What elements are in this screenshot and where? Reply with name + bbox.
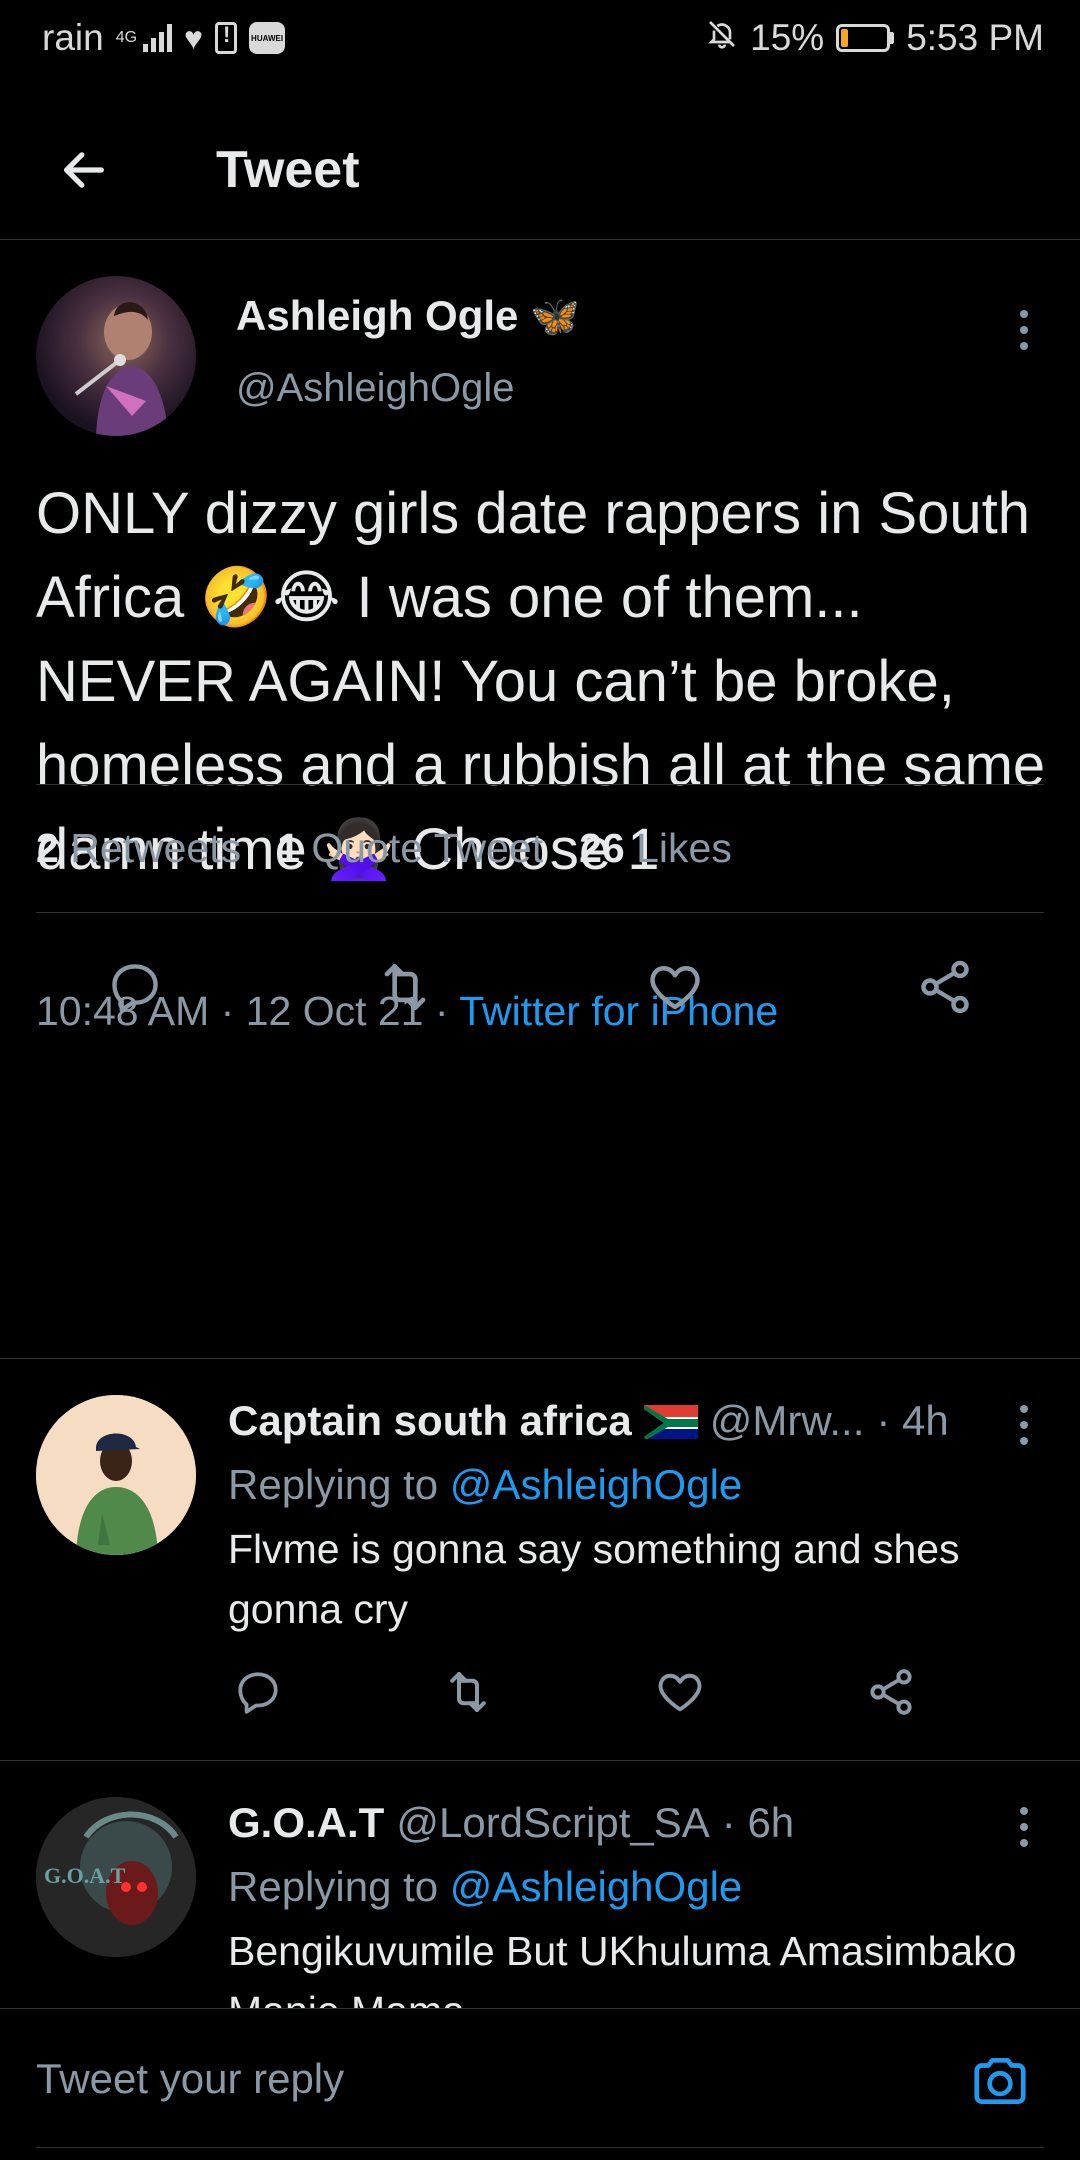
more-dot-icon xyxy=(1020,326,1028,334)
network-type-label: 4G xyxy=(115,29,138,46)
top-app-bar: Tweet xyxy=(0,100,1080,240)
signal-icon xyxy=(143,24,173,52)
south-africa-flag-icon xyxy=(643,1403,698,1439)
retweet-icon xyxy=(384,964,426,1010)
retweets-stat[interactable]: 2 Retweets xyxy=(36,825,241,872)
reply-author-handle[interactable]: @Mrw... xyxy=(710,1397,865,1445)
mute-bell-icon xyxy=(706,17,738,60)
battery-percent-label: 15% xyxy=(750,17,825,58)
section-divider xyxy=(0,1358,1080,1359)
quotes-count: 1 xyxy=(277,825,300,871)
replying-to-mention[interactable]: @AshleighOgle xyxy=(450,1863,742,1910)
status-bar-right: 15% 5:53 PM xyxy=(706,17,1044,60)
more-dot-icon xyxy=(1020,342,1028,350)
tweet-author-row: Ashleigh Ogle 🦋 @AshleighOgle xyxy=(0,240,1080,440)
author-name[interactable]: Ashleigh Ogle 🦋 xyxy=(236,292,580,340)
likes-count: 26 xyxy=(579,825,625,871)
reply-composer xyxy=(0,2008,1080,2160)
replying-to-line: Replying to @AshleighOgle xyxy=(228,1461,742,1509)
reply-author-name[interactable]: G.O.A.T xyxy=(228,1799,384,1847)
reply-header: G.O.A.T @LordScript_SA · 6h xyxy=(228,1799,794,1847)
more-dot-icon xyxy=(1020,310,1028,318)
reply-icon xyxy=(238,1672,278,1714)
clock-label: 5:53 PM xyxy=(906,17,1044,58)
alert-icon xyxy=(215,22,238,54)
author-name-text: Ashleigh Ogle xyxy=(236,292,519,339)
status-bar-left: rain 4G ♥ HUAWEI xyxy=(42,17,286,59)
reply-body-text: Bengikuvumile But UKhuluma Amasimbako Ma… xyxy=(228,1928,1017,2008)
avatar[interactable] xyxy=(36,1395,196,1555)
back-button[interactable] xyxy=(36,122,132,218)
divider xyxy=(36,784,1044,785)
like-icon xyxy=(650,966,700,1010)
avatar[interactable]: G.O.A.T xyxy=(36,1797,196,1957)
like-button[interactable] xyxy=(645,1657,715,1727)
arrow-left-icon xyxy=(64,151,104,188)
replying-to-prefix: Replying to xyxy=(228,1863,439,1910)
reply-input[interactable] xyxy=(36,2039,936,2119)
reply-tweet[interactable]: G.O.A.T G.O.A.T @LordScript_SA · 6h Repl… xyxy=(0,1761,1080,2008)
quotes-stat[interactable]: 1 Quote Tweet xyxy=(277,825,543,872)
reply-body-text: Flvme is gonna say something and shes go… xyxy=(228,1526,960,1632)
divider xyxy=(36,912,1044,913)
tweet-actions-bar xyxy=(0,923,1080,1053)
retweet-icon xyxy=(450,1671,486,1713)
retweets-count: 2 xyxy=(36,825,59,871)
likes-stat[interactable]: 26 Likes xyxy=(579,825,732,872)
author-handle[interactable]: @AshleighOgle xyxy=(236,366,515,411)
reply-author-handle[interactable]: @LordScript_SA xyxy=(396,1799,709,1847)
avatar-image: G.O.A.T xyxy=(36,1797,196,1957)
avatar[interactable] xyxy=(36,276,196,436)
heart-icon: ♥ xyxy=(184,19,204,56)
composer-underline xyxy=(36,2147,1044,2148)
share-icon xyxy=(870,1669,912,1715)
reply-button[interactable] xyxy=(95,947,175,1027)
carrier-label: rain xyxy=(42,17,104,58)
page-title: Tweet xyxy=(216,140,360,199)
main-tweet: Ashleigh Ogle 🦋 @AshleighOgle ONLY dizzy… xyxy=(0,240,1080,1034)
reply-icon xyxy=(112,964,158,1013)
replying-to-line: Replying to @AshleighOgle xyxy=(228,1863,742,1911)
tweet-stats-row: 2 Retweets 1 Quote Tweet 26 Likes xyxy=(36,825,732,872)
more-dot-icon xyxy=(1020,1807,1028,1815)
replying-to-prefix: Replying to xyxy=(228,1461,439,1508)
share-button[interactable] xyxy=(905,947,985,1027)
retweet-button[interactable] xyxy=(365,947,445,1027)
avatar-image xyxy=(36,1395,196,1555)
likes-label: Likes xyxy=(636,825,732,871)
retweets-label: Retweets xyxy=(70,825,242,871)
like-icon xyxy=(658,1673,702,1712)
status-bar: rain 4G ♥ HUAWEI 15% 5:53 PM xyxy=(0,0,1080,76)
more-dot-icon xyxy=(1020,1839,1028,1847)
reply-more-button[interactable] xyxy=(1004,1797,1044,1857)
more-dot-icon xyxy=(1020,1823,1028,1831)
like-button[interactable] xyxy=(635,947,715,1027)
more-options-button[interactable] xyxy=(1004,300,1044,360)
reply-more-button[interactable] xyxy=(1004,1395,1044,1455)
reply-time: · 4h xyxy=(876,1397,949,1444)
reply-time: · 6h xyxy=(721,1799,795,1846)
camera-button[interactable] xyxy=(960,2041,1040,2121)
share-icon xyxy=(921,960,969,1014)
more-dot-icon xyxy=(1020,1437,1028,1445)
huawei-app-icon: HUAWEI xyxy=(249,22,286,54)
more-dot-icon xyxy=(1020,1405,1028,1413)
avatar-image xyxy=(74,302,168,436)
reply-author-name[interactable]: Captain south africa xyxy=(228,1397,632,1445)
battery-icon xyxy=(836,24,895,52)
share-button[interactable] xyxy=(856,1657,926,1727)
reply-header: Captain south africa @Mrw... · 4h xyxy=(228,1397,949,1445)
butterfly-emoji-icon: 🦋 xyxy=(530,294,581,339)
avatar-logo-text: G.O.A.T xyxy=(44,1863,126,1888)
replying-to-mention[interactable]: @AshleighOgle xyxy=(450,1461,742,1508)
retweet-button[interactable] xyxy=(433,1657,503,1727)
reply-button[interactable] xyxy=(223,1657,293,1727)
quotes-label: Quote Tweet xyxy=(311,825,544,871)
camera-icon xyxy=(974,2058,1026,2104)
more-dot-icon xyxy=(1020,1421,1028,1429)
